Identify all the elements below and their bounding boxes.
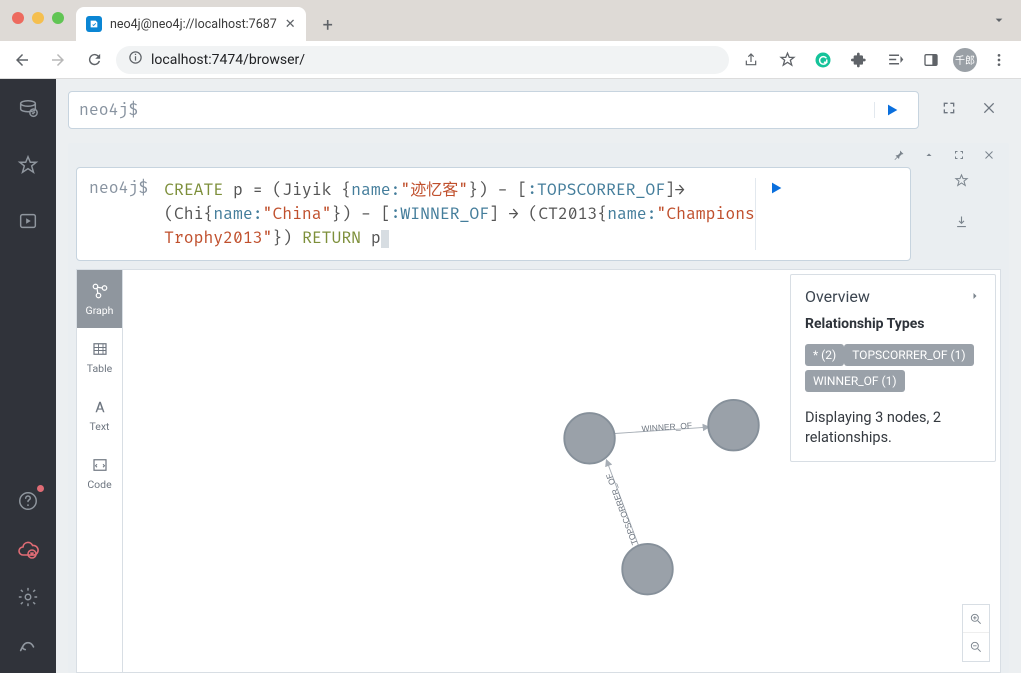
url-text: localhost:7474/browser/ xyxy=(151,52,305,68)
sidebar-help-icon[interactable] xyxy=(16,489,40,513)
window-maximize-dot[interactable] xyxy=(52,12,64,24)
zoom-controls xyxy=(962,604,990,662)
view-label: Table xyxy=(87,362,112,375)
frame-pin-icon[interactable] xyxy=(893,146,905,165)
frame-collapse-icon[interactable] xyxy=(923,146,935,165)
reading-list-icon[interactable] xyxy=(881,46,909,74)
tabs-dropdown-icon[interactable] xyxy=(991,12,1007,32)
graph-canvas[interactable]: WINNER_OF TOPSCORRER_OF Overview xyxy=(122,269,1001,673)
window-traffic-lights xyxy=(12,12,64,24)
frame-star-icon[interactable] xyxy=(954,173,969,192)
sidebar-cloud-icon[interactable] xyxy=(16,537,40,561)
neo4j-browser-page: neo4j$ xyxy=(0,79,1021,673)
relationship-pill[interactable]: * (2) xyxy=(805,344,844,366)
view-text-tab[interactable]: Text xyxy=(77,386,122,444)
editor-run-button[interactable] xyxy=(874,102,908,118)
frame-close-icon[interactable] xyxy=(983,146,995,165)
edge-label-topscorrer-of: TOPSCORRER_OF xyxy=(604,472,640,546)
grammarly-icon[interactable] xyxy=(809,46,837,74)
graph-icon xyxy=(91,282,109,300)
zoom-in-button[interactable] xyxy=(963,605,989,633)
editor-fullscreen-icon[interactable] xyxy=(941,100,957,120)
profile-avatar[interactable]: 千郎 xyxy=(953,48,977,72)
frame-download-icon[interactable] xyxy=(954,214,969,233)
graph-node[interactable] xyxy=(564,413,614,463)
window-minimize-dot[interactable] xyxy=(32,12,44,24)
tab-close-icon[interactable]: ✕ xyxy=(285,17,296,32)
relationship-pill[interactable]: WINNER_OF (1) xyxy=(805,370,905,392)
query-prompt: neo4j$ xyxy=(89,178,148,250)
view-label: Text xyxy=(90,420,110,433)
share-icon[interactable] xyxy=(737,46,765,74)
sidebar-settings-icon[interactable] xyxy=(16,585,40,609)
relationship-pill[interactable]: TOPSCORRER_OF (1) xyxy=(844,344,973,366)
text-icon xyxy=(91,398,109,416)
kebab-menu-icon[interactable] xyxy=(985,46,1013,74)
browser-tab-bar: neo4j@neo4j://localhost:7687 ✕ + xyxy=(0,0,1021,41)
new-tab-button[interactable]: + xyxy=(314,11,342,39)
editor-close-icon[interactable] xyxy=(981,100,997,120)
tab-favicon xyxy=(86,16,102,32)
view-graph-tab[interactable]: Graph xyxy=(77,270,122,328)
sidebar-favorites-icon[interactable] xyxy=(16,153,40,177)
graph-node[interactable] xyxy=(708,400,758,450)
overview-footer: Displaying 3 nodes, 2 relationships. xyxy=(805,408,981,449)
notification-dot xyxy=(37,485,44,492)
graph-node[interactable] xyxy=(622,544,672,594)
editor-prompt: neo4j$ xyxy=(79,100,138,120)
overview-panel: Overview Relationship Types * (2)TOPSCOR… xyxy=(790,274,996,462)
tab-title: neo4j@neo4j://localhost:7687 xyxy=(110,17,277,32)
omnibox[interactable]: localhost:7474/browser/ xyxy=(116,46,729,74)
view-mode-rail: Graph Table Text Code xyxy=(76,269,122,673)
site-info-icon[interactable] xyxy=(128,50,143,69)
bookmark-star-icon[interactable] xyxy=(773,46,801,74)
zoom-out-button[interactable] xyxy=(963,633,989,661)
view-label: Graph xyxy=(86,304,114,317)
window-close-dot[interactable] xyxy=(12,12,24,24)
avatar-text: 千郎 xyxy=(955,52,975,67)
table-icon xyxy=(91,340,109,358)
view-table-tab[interactable]: Table xyxy=(77,328,122,386)
query-display[interactable]: neo4j$ CREATE p = (Jiyik {name:"迹忆客"}) -… xyxy=(76,167,911,261)
browser-address-bar: localhost:7474/browser/ 千郎 xyxy=(0,41,1021,79)
browser-tab[interactable]: neo4j@neo4j://localhost:7687 ✕ xyxy=(76,7,306,41)
sidebar-about-icon[interactable] xyxy=(16,633,40,657)
result-frame: neo4j$ CREATE p = (Jiyik {name:"迹忆客"}) -… xyxy=(68,143,1009,673)
command-editor-row: neo4j$ xyxy=(68,91,1009,129)
sidebar-guides-icon[interactable] xyxy=(16,209,40,233)
overview-chevron-icon[interactable] xyxy=(969,287,981,306)
view-label: Code xyxy=(87,478,111,491)
sidebar-rail xyxy=(0,79,56,673)
nav-back-button[interactable] xyxy=(8,46,36,74)
edge-label-winner-of: WINNER_OF xyxy=(641,420,692,433)
command-editor[interactable]: neo4j$ xyxy=(68,91,919,129)
query-code: CREATE p = (Jiyik {name:"迹忆客"}) - [:TOPS… xyxy=(164,178,755,250)
side-panel-icon[interactable] xyxy=(917,46,945,74)
view-code-tab[interactable]: Code xyxy=(77,444,122,502)
sidebar-database-icon[interactable] xyxy=(16,97,40,121)
query-run-button[interactable] xyxy=(755,178,797,250)
extensions-icon[interactable] xyxy=(845,46,873,74)
nav-forward-button[interactable] xyxy=(44,46,72,74)
overview-title: Overview xyxy=(805,287,870,306)
overview-subtitle: Relationship Types xyxy=(805,316,981,332)
workspace: neo4j$ xyxy=(56,79,1021,673)
nav-reload-button[interactable] xyxy=(80,46,108,74)
code-icon xyxy=(91,456,109,474)
frame-expand-icon[interactable] xyxy=(953,146,965,165)
